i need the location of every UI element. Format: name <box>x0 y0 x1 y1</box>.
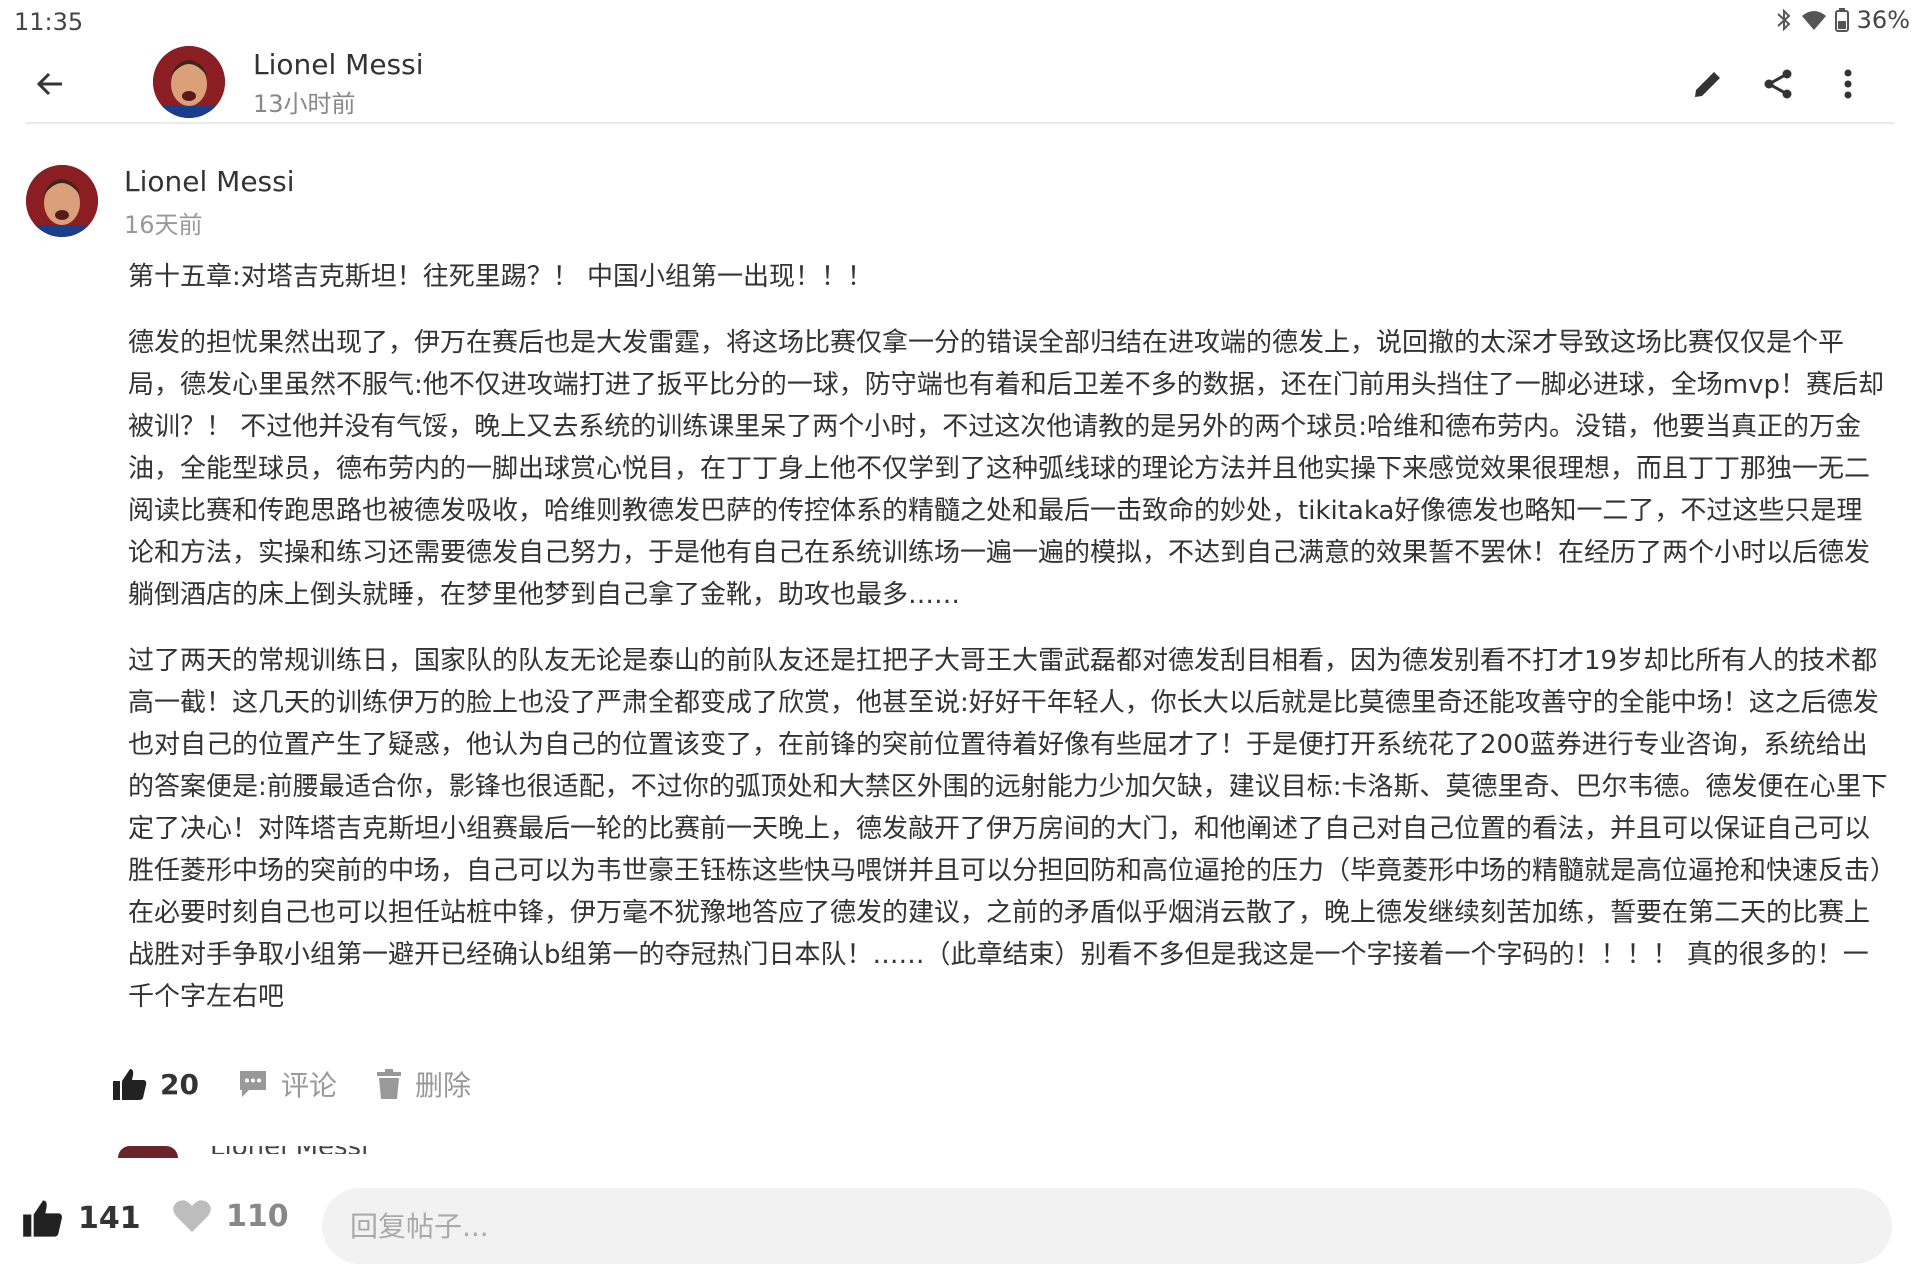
header-actions <box>1686 62 1870 106</box>
thread-like-button[interactable]: 141 <box>22 1198 141 1238</box>
more-button[interactable] <box>1826 62 1870 106</box>
thread-favorite-button[interactable]: 110 <box>172 1198 289 1234</box>
post-content: 第十五章:对塔吉克斯坦！往死里踢？！ 中国小组第一出现！！！ 德发的担忧果然出现… <box>128 256 1888 1042</box>
share-icon <box>1764 69 1792 99</box>
comment-icon <box>239 1071 266 1097</box>
reply-input[interactable] <box>322 1188 1892 1264</box>
delete-button[interactable]: 删除 <box>375 1064 471 1104</box>
app-header: Lionel Messi 13小时前 <box>0 44 1920 124</box>
more-icon <box>1844 69 1852 99</box>
heart-icon <box>173 1200 211 1232</box>
header-author-name: Lionel Messi <box>253 48 424 81</box>
status-bar: 11:35 36% <box>0 0 1920 44</box>
header-divider <box>26 122 1894 124</box>
thumbs-up-icon <box>113 1069 147 1100</box>
next-reply-avatar <box>118 1146 178 1158</box>
header-post-time: 13小时前 <box>253 90 356 118</box>
post-paragraph: 德发的担忧果然出现了，伊万在赛后也是大发雷霆，将这场比赛仅拿一分的错误全部归结在… <box>128 328 1884 610</box>
share-button[interactable] <box>1756 62 1800 106</box>
post-author-name[interactable]: Lionel Messi <box>124 165 295 198</box>
post-title: 第十五章:对塔吉克斯坦！往死里踢？！ 中国小组第一出现！！！ <box>128 262 874 292</box>
comment-button[interactable]: 评论 <box>237 1064 337 1104</box>
comment-label: 评论 <box>280 1069 337 1102</box>
post-like-count: 20 <box>160 1067 199 1101</box>
post-time: 16天前 <box>124 211 203 239</box>
delete-label: 删除 <box>414 1069 471 1102</box>
next-reply-author: Lionel Messi <box>210 1146 380 1154</box>
post-like-button[interactable]: 20 <box>112 1067 199 1101</box>
status-time: 11:35 <box>14 8 84 36</box>
next-reply-author-peek: Lionel Messi <box>210 1146 380 1154</box>
header-avatar[interactable] <box>153 46 225 118</box>
post-author-avatar[interactable] <box>26 165 98 237</box>
bottom-bar: 141 110 <box>0 1160 1920 1280</box>
edit-button[interactable] <box>1686 62 1730 106</box>
status-icons: 36% <box>1775 6 1910 34</box>
post-paragraph: 过了两天的常规训练日，国家队的队友无论是泰山的前队友还是扛把子大哥王大雷武磊都对… <box>128 646 1888 1012</box>
back-arrow-icon <box>36 72 62 96</box>
back-button[interactable] <box>28 62 72 106</box>
thumbs-up-icon <box>23 1200 62 1237</box>
battery-percent: 36% <box>1856 6 1910 34</box>
bluetooth-icon <box>1775 8 1793 32</box>
edit-icon <box>1695 72 1720 97</box>
thread-like-count: 141 <box>78 1200 141 1236</box>
thread-favorite-count: 110 <box>226 1198 289 1234</box>
trash-icon <box>376 1069 401 1099</box>
battery-icon <box>1834 8 1849 32</box>
post-actions: 20 评论 删除 <box>112 1058 509 1110</box>
wifi-icon <box>1801 9 1827 31</box>
